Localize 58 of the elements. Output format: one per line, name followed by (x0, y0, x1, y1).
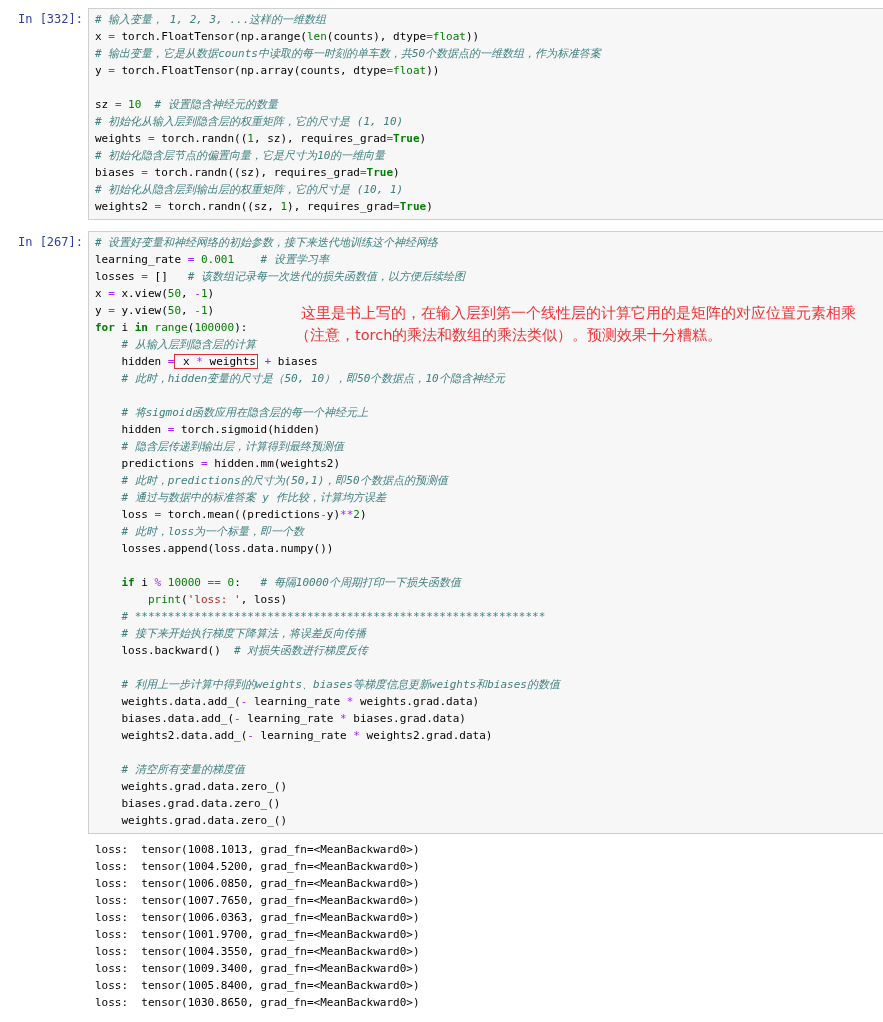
code-line: for i in range(100000): (95, 320, 248, 336)
prompt-label: In [267]: (17, 235, 83, 249)
code-line: biases.data.add_(- learning_rate * biases.grad.data) (120, 711, 466, 727)
code-line: losses = [] # 该数组记录每一次迭代的损失函数值，以方便后续绘图 (95, 269, 465, 285)
code-line: weights2 = torch.randn((sz, 1), requires_grad=True) (95, 199, 433, 215)
code-line: weights2.data.add_(- learning_rate * weights2.grad.data) (120, 728, 493, 744)
output-line: loss: tensor(1006.0850, grad_fn=<MeanBackward0>) (95, 876, 421, 892)
code-line: loss.backward() # 对损失函数进行梯度反传 (120, 643, 369, 659)
code-line: weights.grad.data.zero_() (120, 779, 288, 795)
code-line: # 清空所有变量的梯度值 (120, 762, 245, 778)
code-line: # 通过与数据中的标准答案 y 作比较，计算均方误差 (120, 490, 386, 506)
code-line: x = x.view(50, -1) (95, 286, 215, 302)
annotation-text: 这里是书上写的，在输入层到第一个线性层的计算它用的是矩阵的对应位置元素相乘 (301, 304, 856, 323)
code-line: # ************************************************************** (120, 609, 546, 625)
code-line: # 输出变量，它是从数据counts中读取的每一时刻的单车数，共50个数据点的一维数组，作为标准答案 (95, 46, 602, 62)
code-line: hidden = x * weights + biases (120, 353, 318, 370)
code-cell[interactable] (88, 231, 883, 834)
output-line: loss: tensor(1030.8650, grad_fn=<MeanBackward0>) (95, 995, 421, 1011)
code-line: # 此时，hidden变量的尺寸是（50, 10），即50个数据点，10个隐含神经元 (120, 371, 505, 387)
code-line: if i % 10000 == 0: # 每隔10000个周期打印一下损失函数值 (120, 575, 461, 591)
code-line: print('loss: ', loss) (146, 592, 288, 608)
code-line: predictions = hidden.mm(weights2) (120, 456, 341, 472)
code-line: # 此时，loss为一个标量，即一个数 (120, 524, 305, 540)
output-line: loss: tensor(1006.0363, grad_fn=<MeanBackward0>) (95, 910, 421, 926)
prompt-label: In [332]: (17, 12, 83, 26)
code-line: biases.grad.data.zero_() (120, 796, 281, 812)
code-line: # 接下来开始执行梯度下降算法，将误差反向传播 (120, 626, 366, 642)
code-line: # 初始化隐含层节点的偏置向量，它是尺寸为10的一维向量 (95, 148, 386, 164)
code-line: weights = torch.randn((1, sz), requires_grad=True) (95, 131, 427, 147)
code-line: biases = torch.randn((sz), requires_grad=True) (95, 165, 400, 181)
output-line: loss: tensor(1005.8400, grad_fn=<MeanBackward0>) (95, 978, 421, 994)
output-line: loss: tensor(1007.7650, grad_fn=<MeanBackward0>) (95, 893, 421, 909)
code-line: y = torch.FloatTensor(np.array(counts, dtype=float)) (95, 63, 440, 79)
code-line: learning_rate = 0.001 # 设置学习率 (95, 252, 329, 268)
annotation-text: （注意，torch的乘法和数组的乘法类似）。预测效果十分糟糕。 (295, 326, 723, 345)
code-line: # 利用上一步计算中得到的weights、biases等梯度信息更新weights和biases的数值 (120, 677, 560, 693)
output-line: loss: tensor(1008.1013, grad_fn=<MeanBackward0>) (95, 842, 421, 858)
code-line: # 输入变量， 1, 2, 3, ...这样的一维数组 (95, 12, 327, 28)
code-line: # 初始化从隐含层到输出层的权重矩阵，它的尺寸是 (10, 1) (95, 182, 404, 198)
code-line: sz = 10 # 设置隐含神经元的数量 (95, 97, 278, 113)
code-line: hidden = torch.sigmoid(hidden) (120, 422, 321, 438)
code-line: weights.grad.data.zero_() (120, 813, 288, 829)
code-line: x = torch.FloatTensor(np.arange(len(counts), dtype=float)) (95, 29, 480, 45)
code-line: # 从输入层到隐含层的计算 (120, 337, 256, 353)
code-line: # 隐含层传递到输出层，计算得到最终预测值 (120, 439, 344, 455)
output-line: loss: tensor(1001.9700, grad_fn=<MeanBackward0>) (95, 927, 421, 943)
code-line: losses.append(loss.data.numpy()) (120, 541, 334, 557)
output-line: loss: tensor(1004.5200, grad_fn=<MeanBackward0>) (95, 859, 421, 875)
output-line: loss: tensor(1004.3550, grad_fn=<MeanBackward0>) (95, 944, 421, 960)
code-line: # 此时，predictions的尺寸为(50,1)，即50个数据点的预测值 (120, 473, 448, 489)
code-line: weights.data.add_(- learning_rate * weights.grad.data) (120, 694, 480, 710)
code-cell[interactable] (88, 8, 883, 220)
output-line: loss: tensor(1009.3400, grad_fn=<MeanBackward0>) (95, 961, 421, 977)
code-line: loss = torch.mean((predictions-y)**2) (120, 507, 367, 523)
code-line: # 设置好变量和神经网络的初始参数，接下来迭代地训练这个神经网络 (95, 235, 439, 251)
code-line: # 初始化从输入层到隐含层的权重矩阵，它的尺寸是 (1, 10) (95, 114, 404, 130)
code-line: y = y.view(50, -1) (95, 303, 215, 319)
code-line: # 将sigmoid函数应用在隐含层的每一个神经元上 (120, 405, 369, 421)
